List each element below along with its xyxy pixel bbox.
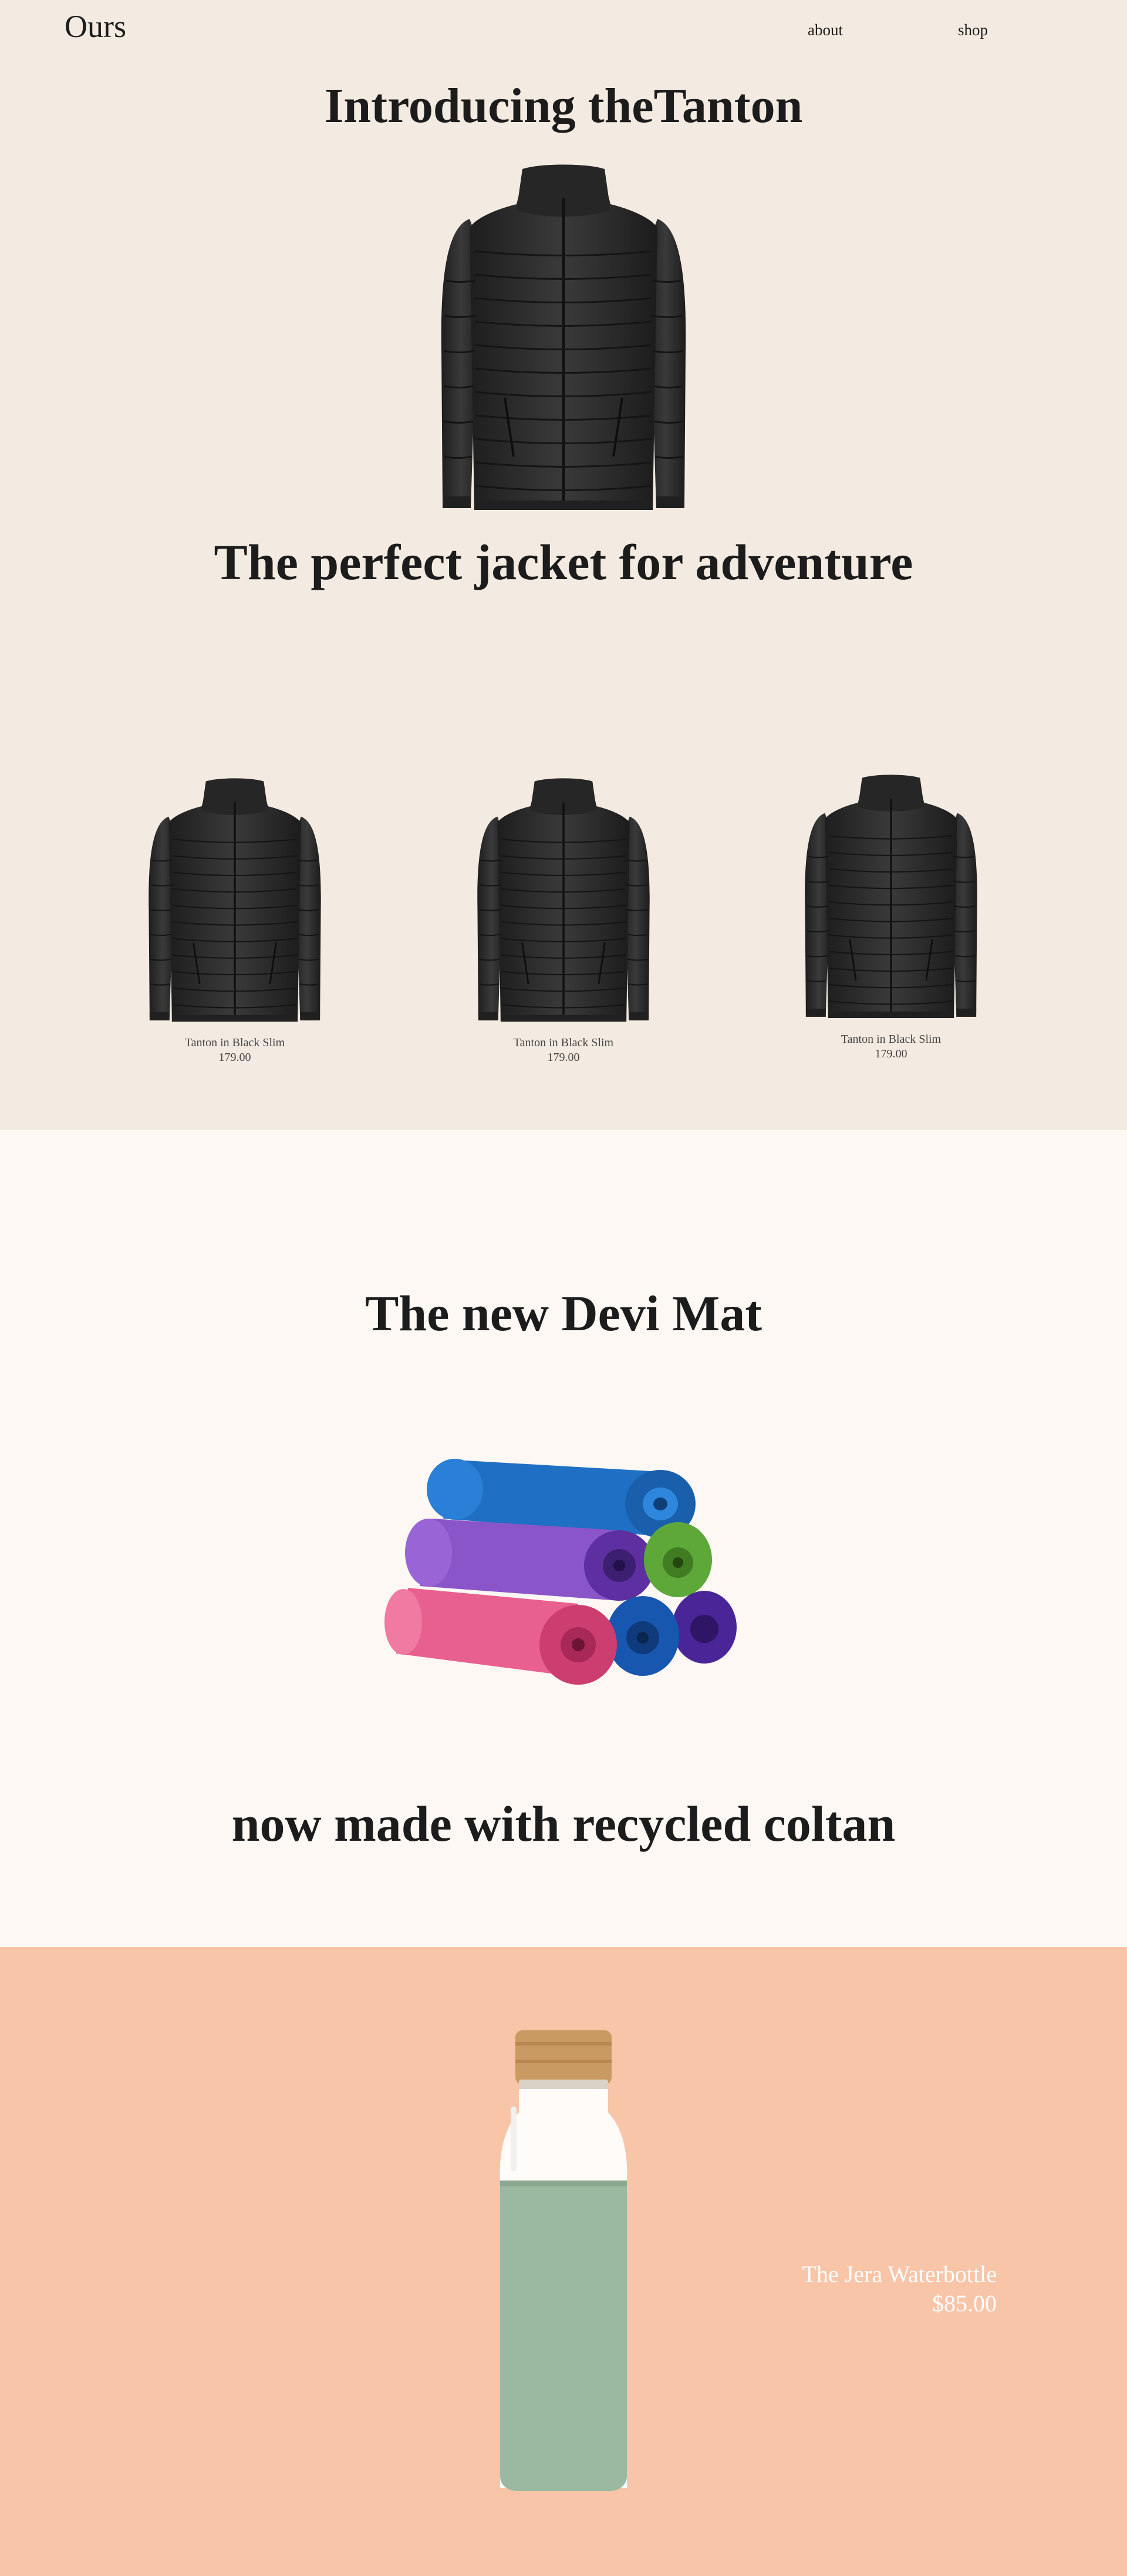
hero-tagline: The perfect jacket for adventure bbox=[214, 534, 913, 590]
nav-link-about[interactable]: about bbox=[808, 21, 843, 39]
water-bottle-image bbox=[500, 2030, 627, 2491]
yoga-mats-image bbox=[384, 1459, 737, 1685]
product-price: 179.00 bbox=[875, 1047, 907, 1060]
product-jacket-image[interactable] bbox=[800, 770, 982, 1026]
product-name[interactable]: Tanton in Black Slim bbox=[467, 1036, 660, 1050]
product-jacket-image[interactable] bbox=[144, 773, 326, 1029]
product-card[interactable]: Tanton in Black Slim 179.00 bbox=[138, 773, 332, 1079]
hero-section: Ours about shop Introducing theTanton Th… bbox=[0, 0, 1127, 1130]
product-name[interactable]: Tanton in Black Slim bbox=[794, 1033, 988, 1046]
product-name[interactable]: Tanton in Black Slim bbox=[138, 1036, 332, 1050]
product-card[interactable]: Tanton in Black Slim 179.00 bbox=[794, 770, 988, 1075]
product-jacket-image[interactable] bbox=[473, 773, 654, 1029]
hero-jacket-image bbox=[434, 157, 693, 521]
product-card[interactable]: Tanton in Black Slim 179.00 bbox=[467, 773, 660, 1079]
product-price: 179.00 bbox=[547, 1051, 580, 1064]
product-price: 179.00 bbox=[218, 1051, 251, 1064]
mat-subtitle: now made with recycled coltan bbox=[231, 1796, 896, 1852]
nav-link-shop[interactable]: shop bbox=[958, 21, 988, 39]
mat-section: The new Devi Mat now made with recycled … bbox=[0, 1130, 1127, 1947]
bottle-section: The Jera Waterbottle $85.00 bbox=[0, 1947, 1127, 2576]
bottle-name[interactable]: The Jera Waterbottle bbox=[802, 2260, 997, 2288]
site-logo[interactable]: Ours bbox=[65, 8, 126, 45]
hero-title: Introducing theTanton bbox=[324, 79, 803, 133]
mat-title: The new Devi Mat bbox=[365, 1285, 762, 1341]
bottle-price: $85.00 bbox=[932, 2290, 997, 2317]
